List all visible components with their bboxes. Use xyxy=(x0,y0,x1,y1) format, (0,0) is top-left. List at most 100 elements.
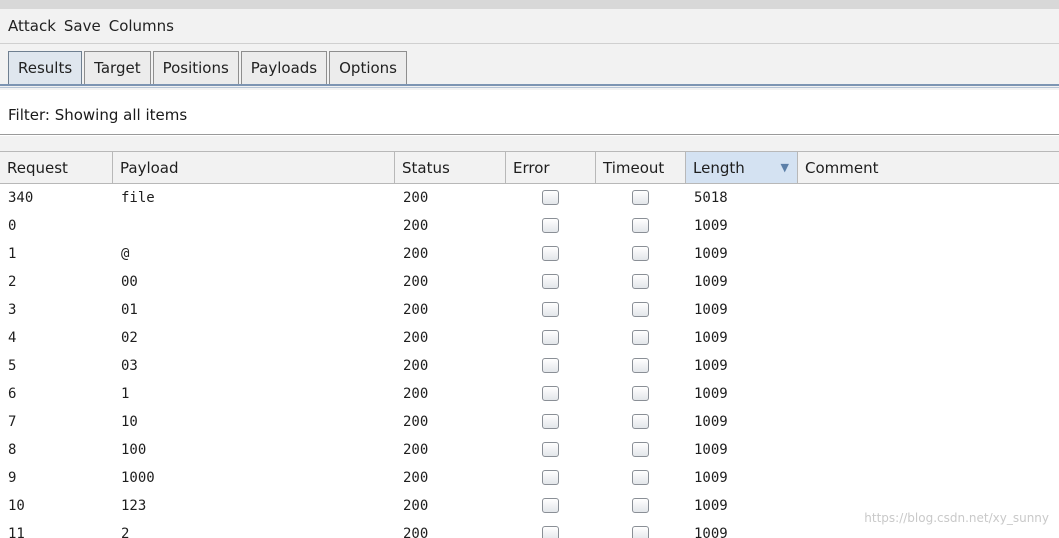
timeout-checkbox[interactable] xyxy=(632,330,649,345)
filter-label: Filter: Showing all items xyxy=(8,106,188,124)
error-checkbox[interactable] xyxy=(542,358,559,373)
timeout-checkbox[interactable] xyxy=(632,246,649,261)
cell-payload: 10 xyxy=(121,414,138,430)
cell-status: 200 xyxy=(403,330,429,346)
table-row[interactable]: 0 200 1009 xyxy=(0,212,1059,240)
table-row[interactable]: 340 file 200 5018 xyxy=(0,184,1059,212)
tab-payloads[interactable]: Payloads xyxy=(240,51,328,84)
table-row[interactable]: 2 00 200 1009 xyxy=(0,268,1059,296)
sort-descending-icon: ▼ xyxy=(780,161,789,174)
cell-comment xyxy=(798,380,1059,408)
column-header-status[interactable]: Status xyxy=(395,152,506,183)
cell-request: 1 xyxy=(8,246,17,262)
tab-bar: Results Target Positions Payloads Option… xyxy=(0,44,1059,90)
cell-payload: 03 xyxy=(121,358,138,374)
cell-length: 1009 xyxy=(694,358,728,374)
error-checkbox[interactable] xyxy=(542,218,559,233)
cell-status: 200 xyxy=(403,274,429,290)
window-top-strip xyxy=(0,0,1059,9)
timeout-checkbox[interactable] xyxy=(632,526,649,538)
cell-payload: 2 xyxy=(121,526,130,538)
timeout-checkbox[interactable] xyxy=(632,302,649,317)
column-header-request[interactable]: Request xyxy=(0,152,113,183)
error-checkbox[interactable] xyxy=(542,470,559,485)
tab-underline-secondary xyxy=(0,87,1059,88)
cell-request: 10 xyxy=(8,498,25,514)
table-row[interactable]: 7 10 200 1009 xyxy=(0,408,1059,436)
column-header-length[interactable]: Length ▼ xyxy=(686,152,798,183)
cell-comment xyxy=(798,184,1059,212)
cell-payload: 00 xyxy=(121,274,138,290)
tab-results[interactable]: Results xyxy=(8,51,83,84)
timeout-checkbox[interactable] xyxy=(632,190,649,205)
cell-request: 11 xyxy=(8,526,25,538)
cell-length: 1009 xyxy=(694,442,728,458)
timeout-checkbox[interactable] xyxy=(632,386,649,401)
error-checkbox[interactable] xyxy=(542,498,559,513)
spacer xyxy=(0,136,1059,151)
menu-attack[interactable]: Attack xyxy=(8,17,56,35)
error-checkbox[interactable] xyxy=(542,302,559,317)
cell-comment xyxy=(798,324,1059,352)
cell-comment xyxy=(798,268,1059,296)
column-header-payload[interactable]: Payload xyxy=(113,152,395,183)
cell-request: 340 xyxy=(8,190,34,206)
cell-request: 0 xyxy=(8,218,17,234)
table-row[interactable]: 9 1000 200 1009 xyxy=(0,464,1059,492)
cell-payload: file xyxy=(121,190,155,206)
cell-status: 200 xyxy=(403,358,429,374)
error-checkbox[interactable] xyxy=(542,526,559,538)
column-header-length-label: Length xyxy=(693,158,745,177)
cell-length: 1009 xyxy=(694,526,728,538)
tab-positions[interactable]: Positions xyxy=(152,51,239,84)
menu-save[interactable]: Save xyxy=(64,17,101,35)
table-row[interactable]: 8 100 200 1009 xyxy=(0,436,1059,464)
cell-comment xyxy=(798,436,1059,464)
cell-request: 7 xyxy=(8,414,17,430)
table-row[interactable]: 5 03 200 1009 xyxy=(0,352,1059,380)
cell-request: 2 xyxy=(8,274,17,290)
timeout-checkbox[interactable] xyxy=(632,498,649,513)
timeout-checkbox[interactable] xyxy=(632,274,649,289)
timeout-checkbox[interactable] xyxy=(632,442,649,457)
error-checkbox[interactable] xyxy=(542,274,559,289)
cell-comment xyxy=(798,240,1059,268)
error-checkbox[interactable] xyxy=(542,414,559,429)
table-row[interactable]: 4 02 200 1009 xyxy=(0,324,1059,352)
cell-payload: 100 xyxy=(121,442,147,458)
menu-columns[interactable]: Columns xyxy=(109,17,174,35)
tab-target[interactable]: Target xyxy=(84,51,151,84)
cell-length: 1009 xyxy=(694,470,728,486)
column-header-timeout[interactable]: Timeout xyxy=(596,152,686,183)
filter-bar[interactable]: Filter: Showing all items xyxy=(0,96,1059,135)
error-checkbox[interactable] xyxy=(542,246,559,261)
cell-length: 1009 xyxy=(694,246,728,262)
cell-payload: 02 xyxy=(121,330,138,346)
cell-status: 200 xyxy=(403,246,429,262)
timeout-checkbox[interactable] xyxy=(632,414,649,429)
error-checkbox[interactable] xyxy=(542,386,559,401)
tab-underline xyxy=(0,84,1059,86)
table-row[interactable]: 3 01 200 1009 xyxy=(0,296,1059,324)
table-row[interactable]: 1 @200 1009 xyxy=(0,240,1059,268)
cell-status: 200 xyxy=(403,386,429,402)
timeout-checkbox[interactable] xyxy=(632,218,649,233)
cell-comment xyxy=(798,408,1059,436)
cell-payload: @ xyxy=(121,246,130,262)
cell-status: 200 xyxy=(403,218,429,234)
error-checkbox[interactable] xyxy=(542,330,559,345)
column-header-comment[interactable]: Comment xyxy=(798,152,1059,183)
timeout-checkbox[interactable] xyxy=(632,470,649,485)
cell-status: 200 xyxy=(403,442,429,458)
timeout-checkbox[interactable] xyxy=(632,358,649,373)
cell-request: 6 xyxy=(8,386,17,402)
error-checkbox[interactable] xyxy=(542,190,559,205)
cell-comment xyxy=(798,212,1059,240)
cell-request: 4 xyxy=(8,330,17,346)
tab-options[interactable]: Options xyxy=(329,51,408,84)
cell-request: 3 xyxy=(8,302,17,318)
column-header-error[interactable]: Error xyxy=(506,152,596,183)
cell-length: 1009 xyxy=(694,218,728,234)
table-row[interactable]: 6 1 200 1009 xyxy=(0,380,1059,408)
error-checkbox[interactable] xyxy=(542,442,559,457)
